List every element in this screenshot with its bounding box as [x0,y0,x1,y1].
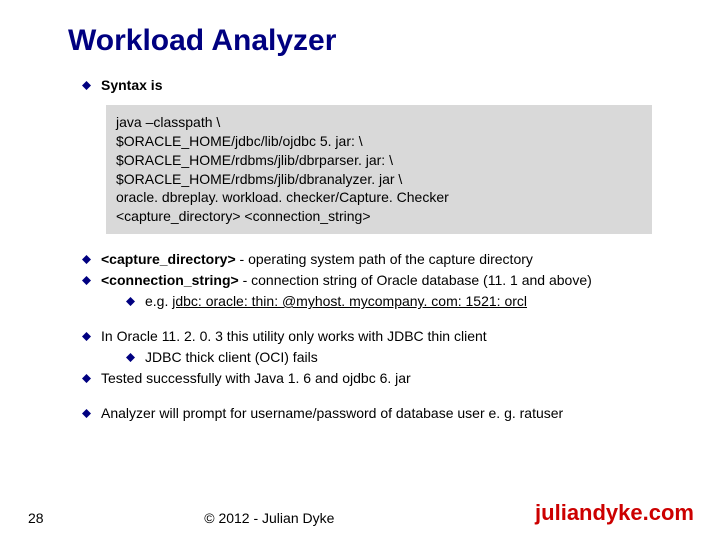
brand-link: juliandyke.com [535,500,694,526]
diamond-icon [82,374,91,383]
diamond-icon [82,276,91,285]
copyright: © 2012 - Julian Dyke [4,510,535,526]
slide-title: Workload Analyzer [68,24,680,58]
bullet-text: In Oracle 11. 2. 0. 3 this utility only … [101,327,487,346]
code-line: <capture_directory> <connection_string> [116,207,642,226]
bullet-prompt: Analyzer will prompt for username/passwo… [82,404,680,423]
code-line: java –classpath \ [116,113,642,132]
diamond-icon [82,81,91,90]
footer: 28 © 2012 - Julian Dyke juliandyke.com [0,500,720,526]
bullet-thin-client: In Oracle 11. 2. 0. 3 this utility only … [82,327,680,346]
diamond-icon [126,297,135,306]
bullet-example: e.g. jdbc: oracle: thin: @myhost. mycomp… [126,292,680,311]
bullet-tested: Tested successfully with Java 1. 6 and o… [82,369,680,388]
diamond-icon [82,332,91,341]
diamond-icon [82,409,91,418]
code-block: java –classpath \ $ORACLE_HOME/jdbc/lib/… [106,105,652,234]
diamond-icon [82,255,91,264]
bullet-capture-dir: <capture_directory> - operating system p… [82,250,680,269]
bullet-text: Analyzer will prompt for username/passwo… [101,404,563,423]
bullet-text: e.g. jdbc: oracle: thin: @myhost. mycomp… [145,292,527,311]
bullet-text: Syntax is [101,76,162,95]
code-line: $ORACLE_HOME/jdbc/lib/ojdbc 5. jar: \ [116,132,642,151]
bullet-syntax: Syntax is [82,76,680,95]
bullet-text: <connection_string> - connection string … [101,271,592,290]
diamond-icon [126,353,135,362]
code-line: $ORACLE_HOME/rdbms/jlib/dbrparser. jar: … [116,151,642,170]
bullet-thick-client: JDBC thick client (OCI) fails [126,348,680,367]
code-line: $ORACLE_HOME/rdbms/jlib/dbranalyzer. jar… [116,170,642,189]
bullet-text: Tested successfully with Java 1. 6 and o… [101,369,411,388]
code-line: oracle. dbreplay. workload. checker/Capt… [116,188,642,207]
bullet-conn-string: <connection_string> - connection string … [82,271,680,290]
bullet-text: JDBC thick client (OCI) fails [145,348,318,367]
bullet-text: <capture_directory> - operating system p… [101,250,533,269]
